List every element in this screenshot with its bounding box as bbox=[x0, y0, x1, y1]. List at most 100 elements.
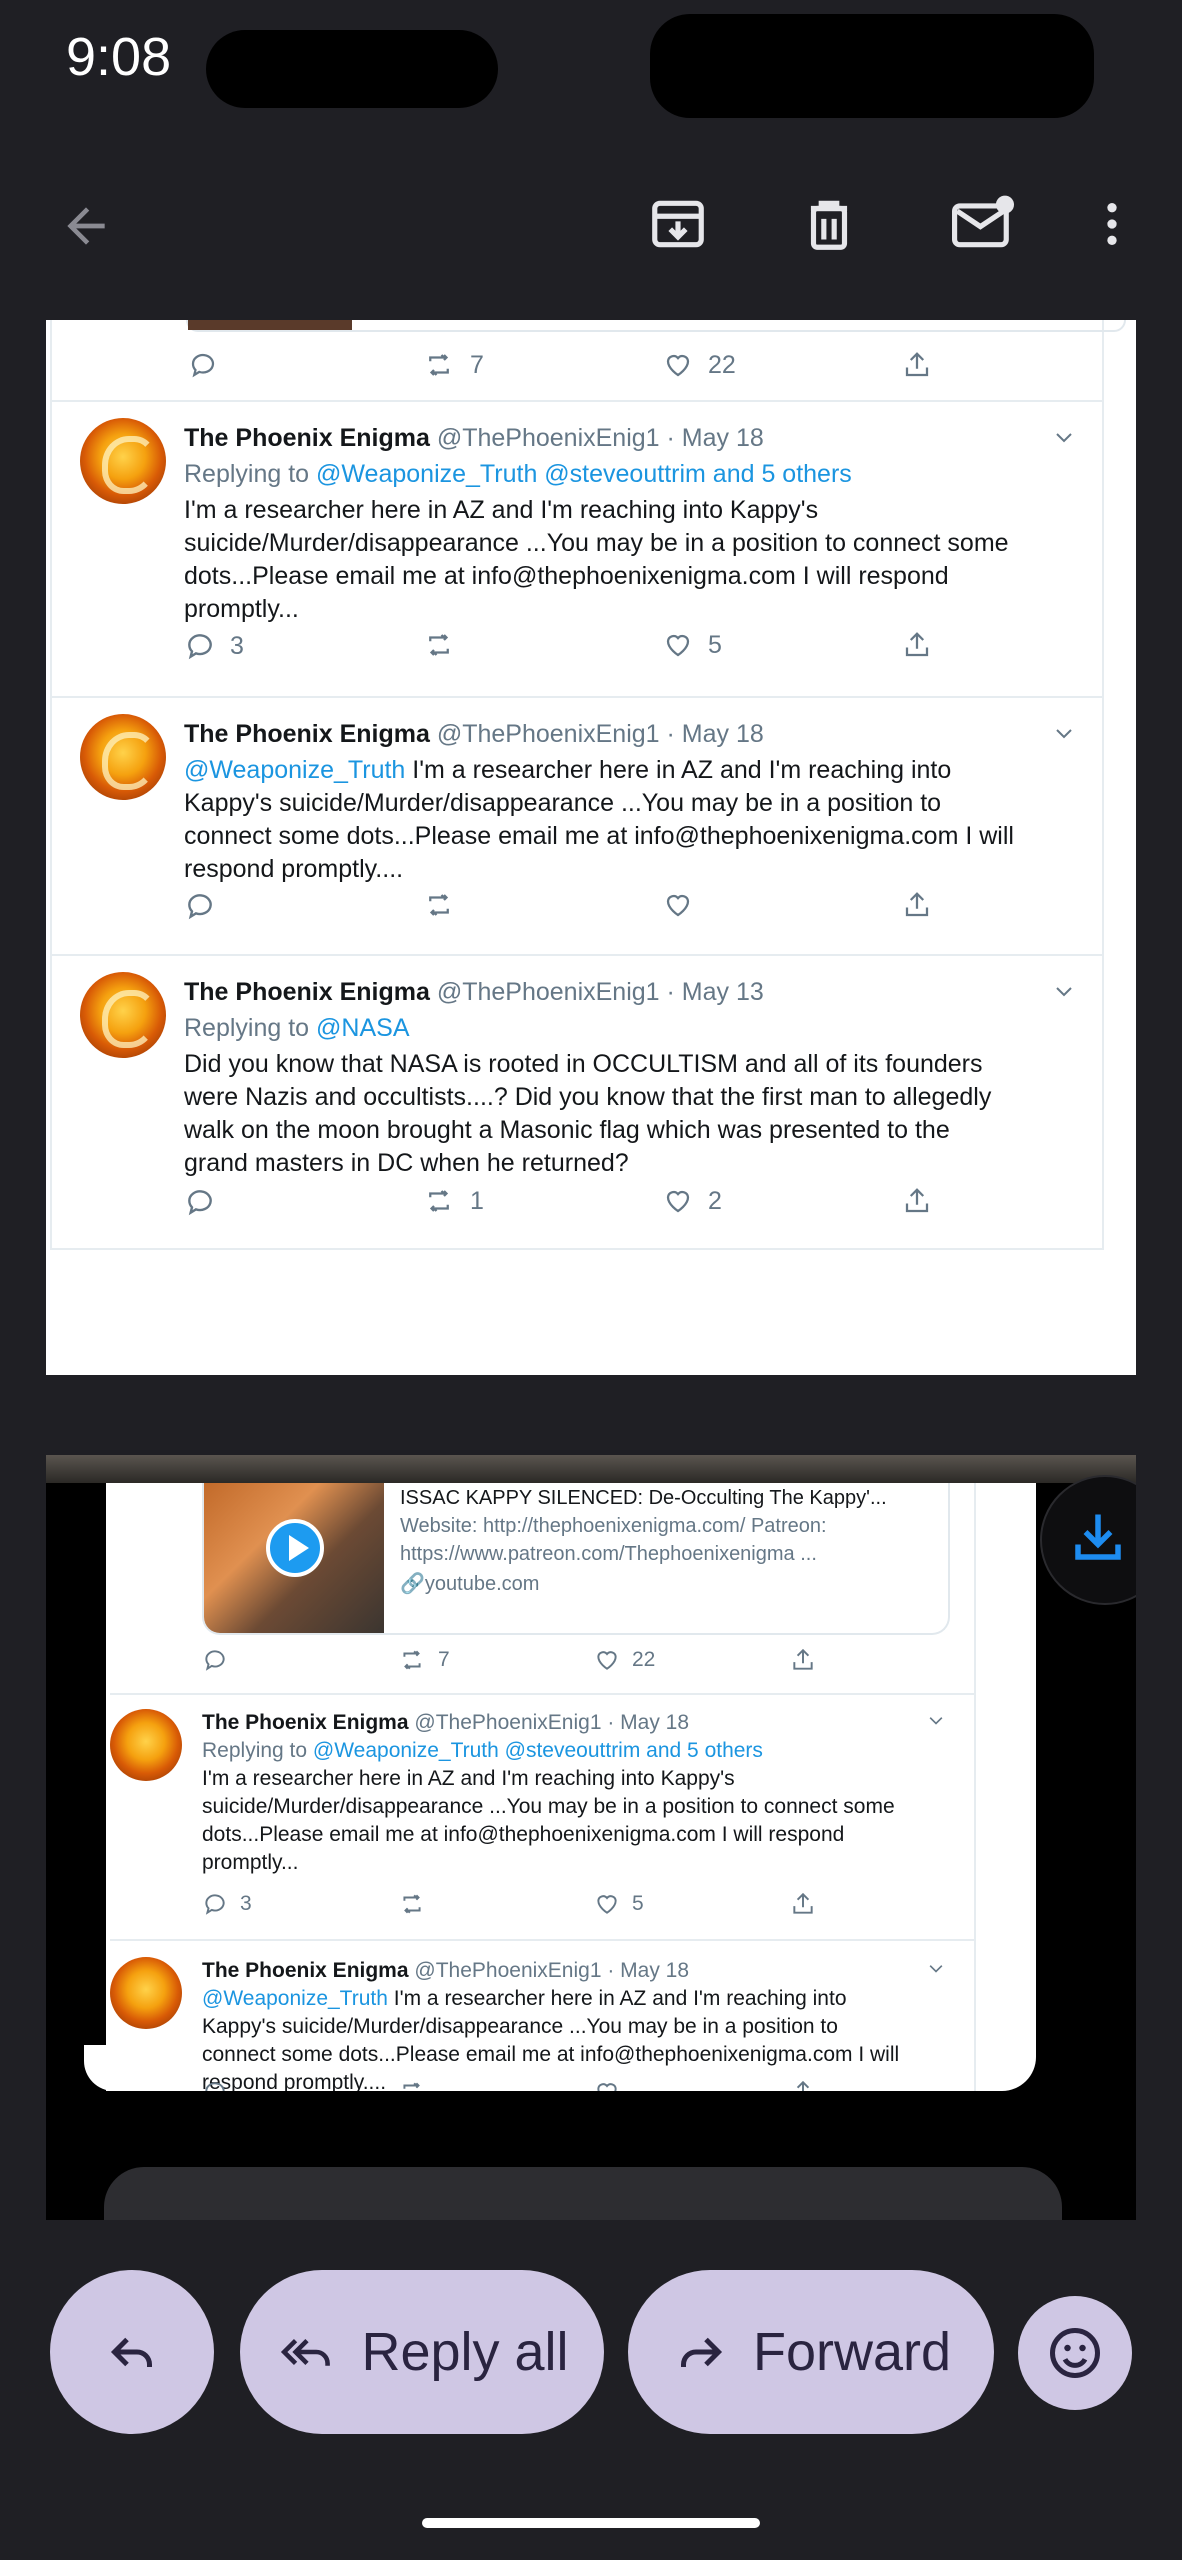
heart-icon bbox=[666, 894, 690, 917]
like-action[interactable] bbox=[662, 890, 694, 920]
like-action[interactable]: 2 bbox=[662, 1186, 722, 1216]
next-attachment-peek[interactable]: D f bbox=[104, 2167, 1062, 2220]
chevron-down-icon[interactable] bbox=[1052, 980, 1076, 1004]
reply-action[interactable] bbox=[184, 890, 216, 922]
reply-action[interactable] bbox=[202, 1647, 228, 1673]
attached-screenshot-2[interactable]: ISSAC KAPPY SILENCED: De-Occulting The K… bbox=[46, 1455, 1136, 2220]
share-action[interactable] bbox=[902, 890, 932, 920]
tweet[interactable]: The Phoenix Enigma @ThePhoenixEnig1 · Ma… bbox=[110, 1943, 976, 2091]
author-name[interactable]: The Phoenix Enigma bbox=[202, 1711, 409, 1734]
tweet-date: · May 18 bbox=[666, 720, 764, 748]
reply-action[interactable] bbox=[202, 2079, 228, 2091]
mark-unread-button[interactable] bbox=[940, 184, 1026, 264]
retweet-action[interactable] bbox=[422, 630, 456, 660]
retweet-action[interactable]: 7 bbox=[398, 1647, 450, 1673]
heart-icon bbox=[597, 2083, 617, 2091]
video-card[interactable]: ISSAC KAPPY SILENCED: De-Occulting The K… bbox=[202, 1483, 950, 1635]
tweet-header: The Phoenix Enigma @ThePhoenixEnig1 · Ma… bbox=[184, 978, 764, 1007]
card-line-1: Website: http://thephoenixenigma.com/ Pa… bbox=[400, 1515, 827, 1537]
download-button[interactable] bbox=[1040, 1475, 1136, 1605]
avatar[interactable] bbox=[80, 418, 166, 504]
chevron-down-icon[interactable] bbox=[1052, 426, 1076, 450]
chevron-down-icon[interactable] bbox=[1052, 722, 1076, 746]
like-action[interactable]: 22 bbox=[594, 1647, 655, 1673]
retweet-action[interactable]: 1 bbox=[422, 1186, 484, 1216]
emoji-reaction-button[interactable] bbox=[1018, 2296, 1132, 2410]
like-action[interactable]: 22 bbox=[662, 350, 736, 380]
retweet-action[interactable] bbox=[422, 890, 456, 920]
retweet-action[interactable]: 7 bbox=[422, 350, 484, 380]
back-button[interactable] bbox=[46, 186, 126, 266]
chevron-down-icon[interactable] bbox=[926, 1711, 946, 1731]
link-icon: 🔗 bbox=[400, 1573, 425, 1595]
home-indicator[interactable] bbox=[422, 2518, 760, 2528]
play-icon[interactable] bbox=[266, 1519, 324, 1577]
reply-icon bbox=[188, 894, 212, 920]
author-handle[interactable]: @ThePhoenixEnig1 bbox=[437, 720, 660, 748]
retweet-icon bbox=[429, 354, 449, 376]
like-action[interactable] bbox=[594, 2079, 620, 2091]
retweet-count: 1 bbox=[470, 1186, 484, 1215]
share-icon bbox=[796, 2080, 810, 2091]
heart-icon bbox=[666, 1190, 690, 1213]
reply-action[interactable]: 3 bbox=[184, 630, 244, 662]
video-thumbnail[interactable] bbox=[204, 1483, 384, 1633]
heart-icon bbox=[666, 634, 690, 657]
emoji-icon bbox=[1050, 2328, 1100, 2378]
reply-mentions[interactable]: @Weaponize_Truth @steveouttrim and 5 oth… bbox=[313, 1739, 763, 1762]
share-action[interactable] bbox=[790, 1891, 816, 1917]
share-action[interactable] bbox=[902, 630, 932, 660]
author-name[interactable]: The Phoenix Enigma bbox=[184, 978, 430, 1006]
author-name[interactable]: The Phoenix Enigma bbox=[202, 1959, 409, 1982]
retweet-action[interactable] bbox=[398, 1891, 426, 1917]
share-action[interactable] bbox=[902, 350, 932, 380]
author-handle[interactable]: @ThePhoenixEnig1 bbox=[414, 1711, 601, 1734]
reply-action[interactable]: 3 bbox=[202, 1891, 252, 1917]
like-action[interactable]: 5 bbox=[662, 630, 722, 660]
archive-button[interactable] bbox=[638, 184, 718, 264]
retweet-action[interactable] bbox=[398, 2079, 426, 2091]
tweet-text: Did you know that NASA is rooted in OCCU… bbox=[184, 1050, 992, 1177]
share-icon bbox=[905, 892, 929, 917]
like-action[interactable]: 5 bbox=[594, 1891, 644, 1917]
chevron-down-icon[interactable] bbox=[926, 1959, 946, 1979]
author-handle[interactable]: @ThePhoenixEnig1 bbox=[414, 1959, 601, 1982]
card-line-2: https://www.patreon.com/Thephoenixenigma… bbox=[400, 1543, 817, 1565]
avatar[interactable] bbox=[80, 714, 166, 800]
screenshot-top-strip bbox=[46, 1455, 1136, 1483]
tweet-text: @Weaponize_Truth I'm a researcher here i… bbox=[202, 1987, 900, 2091]
heart-icon bbox=[597, 1651, 617, 1670]
reply-action[interactable] bbox=[184, 1186, 216, 1218]
delete-button[interactable] bbox=[789, 184, 869, 264]
tweet[interactable]: The Phoenix Enigma @ThePhoenixEnig1 · Ma… bbox=[52, 402, 1102, 698]
reply-mentions[interactable]: @NASA bbox=[316, 1014, 409, 1042]
reply-mentions[interactable]: @Weaponize_Truth @steveouttrim and 5 oth… bbox=[316, 460, 852, 488]
share-action[interactable] bbox=[902, 1186, 932, 1216]
replying-to: Replying to @NASA bbox=[184, 1014, 410, 1042]
author-name[interactable]: The Phoenix Enigma bbox=[184, 424, 430, 452]
reply-action[interactable] bbox=[188, 350, 218, 380]
avatar[interactable] bbox=[110, 1709, 182, 1781]
message-bubble: ISSAC KAPPY SILENCED: De-Occulting The K… bbox=[106, 1483, 1036, 2091]
reply-all-button[interactable]: Reply all bbox=[240, 2270, 604, 2434]
mention-link[interactable]: @Weaponize_Truth bbox=[202, 1987, 388, 2010]
tweet[interactable]: The Phoenix Enigma @ThePhoenixEnig1 · Ma… bbox=[110, 1695, 976, 1941]
author-handle[interactable]: @ThePhoenixEnig1 bbox=[437, 978, 660, 1006]
reply-button[interactable] bbox=[50, 2270, 214, 2434]
tweet[interactable]: The Phoenix Enigma @ThePhoenixEnig1 · Ma… bbox=[52, 698, 1102, 956]
mention-link[interactable]: @Weaponize_Truth bbox=[184, 756, 405, 784]
share-action[interactable] bbox=[790, 1647, 816, 1673]
more-options-button[interactable] bbox=[1072, 184, 1152, 264]
avatar[interactable] bbox=[110, 1957, 182, 2029]
tweet[interactable]: The Phoenix Enigma @ThePhoenixEnig1 · Ma… bbox=[52, 956, 1102, 1250]
replying-to: Replying to @Weaponize_Truth @steveouttr… bbox=[184, 460, 852, 488]
peek-text: D f bbox=[140, 2211, 209, 2220]
forward-button[interactable]: Forward bbox=[628, 2270, 994, 2434]
attached-screenshot-1[interactable]: 7 22 The Phoenix Enigma @ThePhoenixEnig1… bbox=[46, 320, 1136, 1375]
avatar[interactable] bbox=[80, 972, 166, 1058]
author-name[interactable]: The Phoenix Enigma bbox=[184, 720, 430, 748]
archive-icon bbox=[652, 200, 704, 248]
author-handle[interactable]: @ThePhoenixEnig1 bbox=[437, 424, 660, 452]
forward-icon bbox=[680, 2337, 723, 2367]
share-action[interactable] bbox=[790, 2079, 816, 2091]
